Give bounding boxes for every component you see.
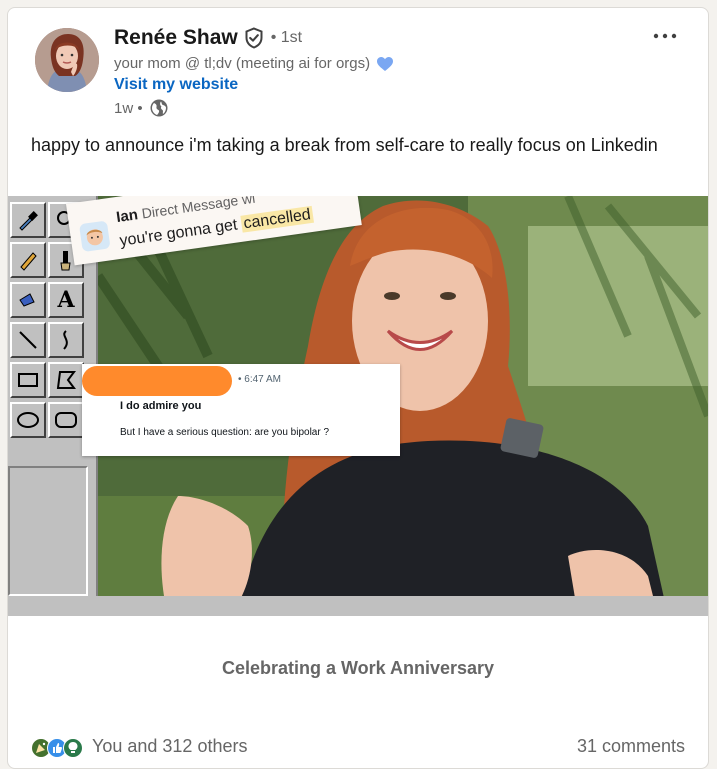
rounded-rectangle-tool-icon xyxy=(48,402,84,438)
polygon-tool-icon xyxy=(48,362,84,398)
reply-time: • 6:47 AM xyxy=(238,374,281,385)
text-tool: A xyxy=(48,282,84,318)
reactions-count[interactable]: You and 312 others xyxy=(92,736,247,757)
paint-scrollbar xyxy=(96,596,708,616)
text-tool-label: A xyxy=(57,287,75,313)
author-name-row: Renée Shaw • 1st xyxy=(114,26,302,50)
visit-website-link[interactable]: Visit my website xyxy=(114,76,238,94)
more-options-button[interactable] xyxy=(648,24,682,48)
post-text: happy to announce i'm taking a break fro… xyxy=(31,135,658,155)
author-avatar[interactable] xyxy=(35,28,99,92)
verified-badge-icon[interactable] xyxy=(243,27,265,49)
dm-message-highlight: cancelled xyxy=(240,205,314,233)
author-name[interactable]: Renée Shaw xyxy=(114,26,238,50)
post-image[interactable]: A Ian Direct Message wi you're gonna get… xyxy=(8,196,708,616)
redacted-username xyxy=(82,366,232,396)
insightful-reaction-icon xyxy=(63,738,83,758)
dm-sender-name: Ian xyxy=(115,206,140,227)
author-headline: your mom @ tl;dv (meeting ai for orgs) xyxy=(114,55,394,72)
airbrush-tool-icon xyxy=(10,282,46,318)
more-options-icon xyxy=(653,33,677,39)
post-header: Renée Shaw • 1st your mom @ tl;dv (meeti… xyxy=(8,8,708,128)
tool-options-well xyxy=(8,466,88,596)
memoji-avatar-icon xyxy=(78,220,111,253)
globe-icon xyxy=(149,98,169,118)
connection-degree: • 1st xyxy=(270,29,303,46)
post-timestamp-row: 1w • xyxy=(114,98,169,118)
reaction-icons[interactable] xyxy=(31,738,83,758)
social-counts: You and 312 others 31 comments xyxy=(8,720,708,768)
author-headline-text: your mom @ tl;dv (meeting ai for orgs) xyxy=(114,55,371,72)
comments-count[interactable]: 31 comments xyxy=(577,736,685,757)
reply-line-2: But I have a serious question: are you b… xyxy=(120,427,330,438)
post-time: 1w • xyxy=(114,99,143,117)
post-card: Renée Shaw • 1st your mom @ tl;dv (meeti… xyxy=(7,7,709,769)
eyedropper-tool-icon xyxy=(10,202,46,238)
rectangle-tool-icon xyxy=(10,362,46,398)
pencil-tool-icon xyxy=(10,242,46,278)
line-tool-icon xyxy=(10,322,46,358)
reply-line-1: I do admire you xyxy=(120,400,202,412)
ellipse-tool-icon xyxy=(10,402,46,438)
reply-screenshot: • 6:47 AM I do admire you But I have a s… xyxy=(82,364,400,456)
work-anniversary-label: Celebrating a Work Anniversary xyxy=(221,658,495,678)
curve-tool-icon xyxy=(48,322,84,358)
blue-heart-icon xyxy=(376,56,394,72)
